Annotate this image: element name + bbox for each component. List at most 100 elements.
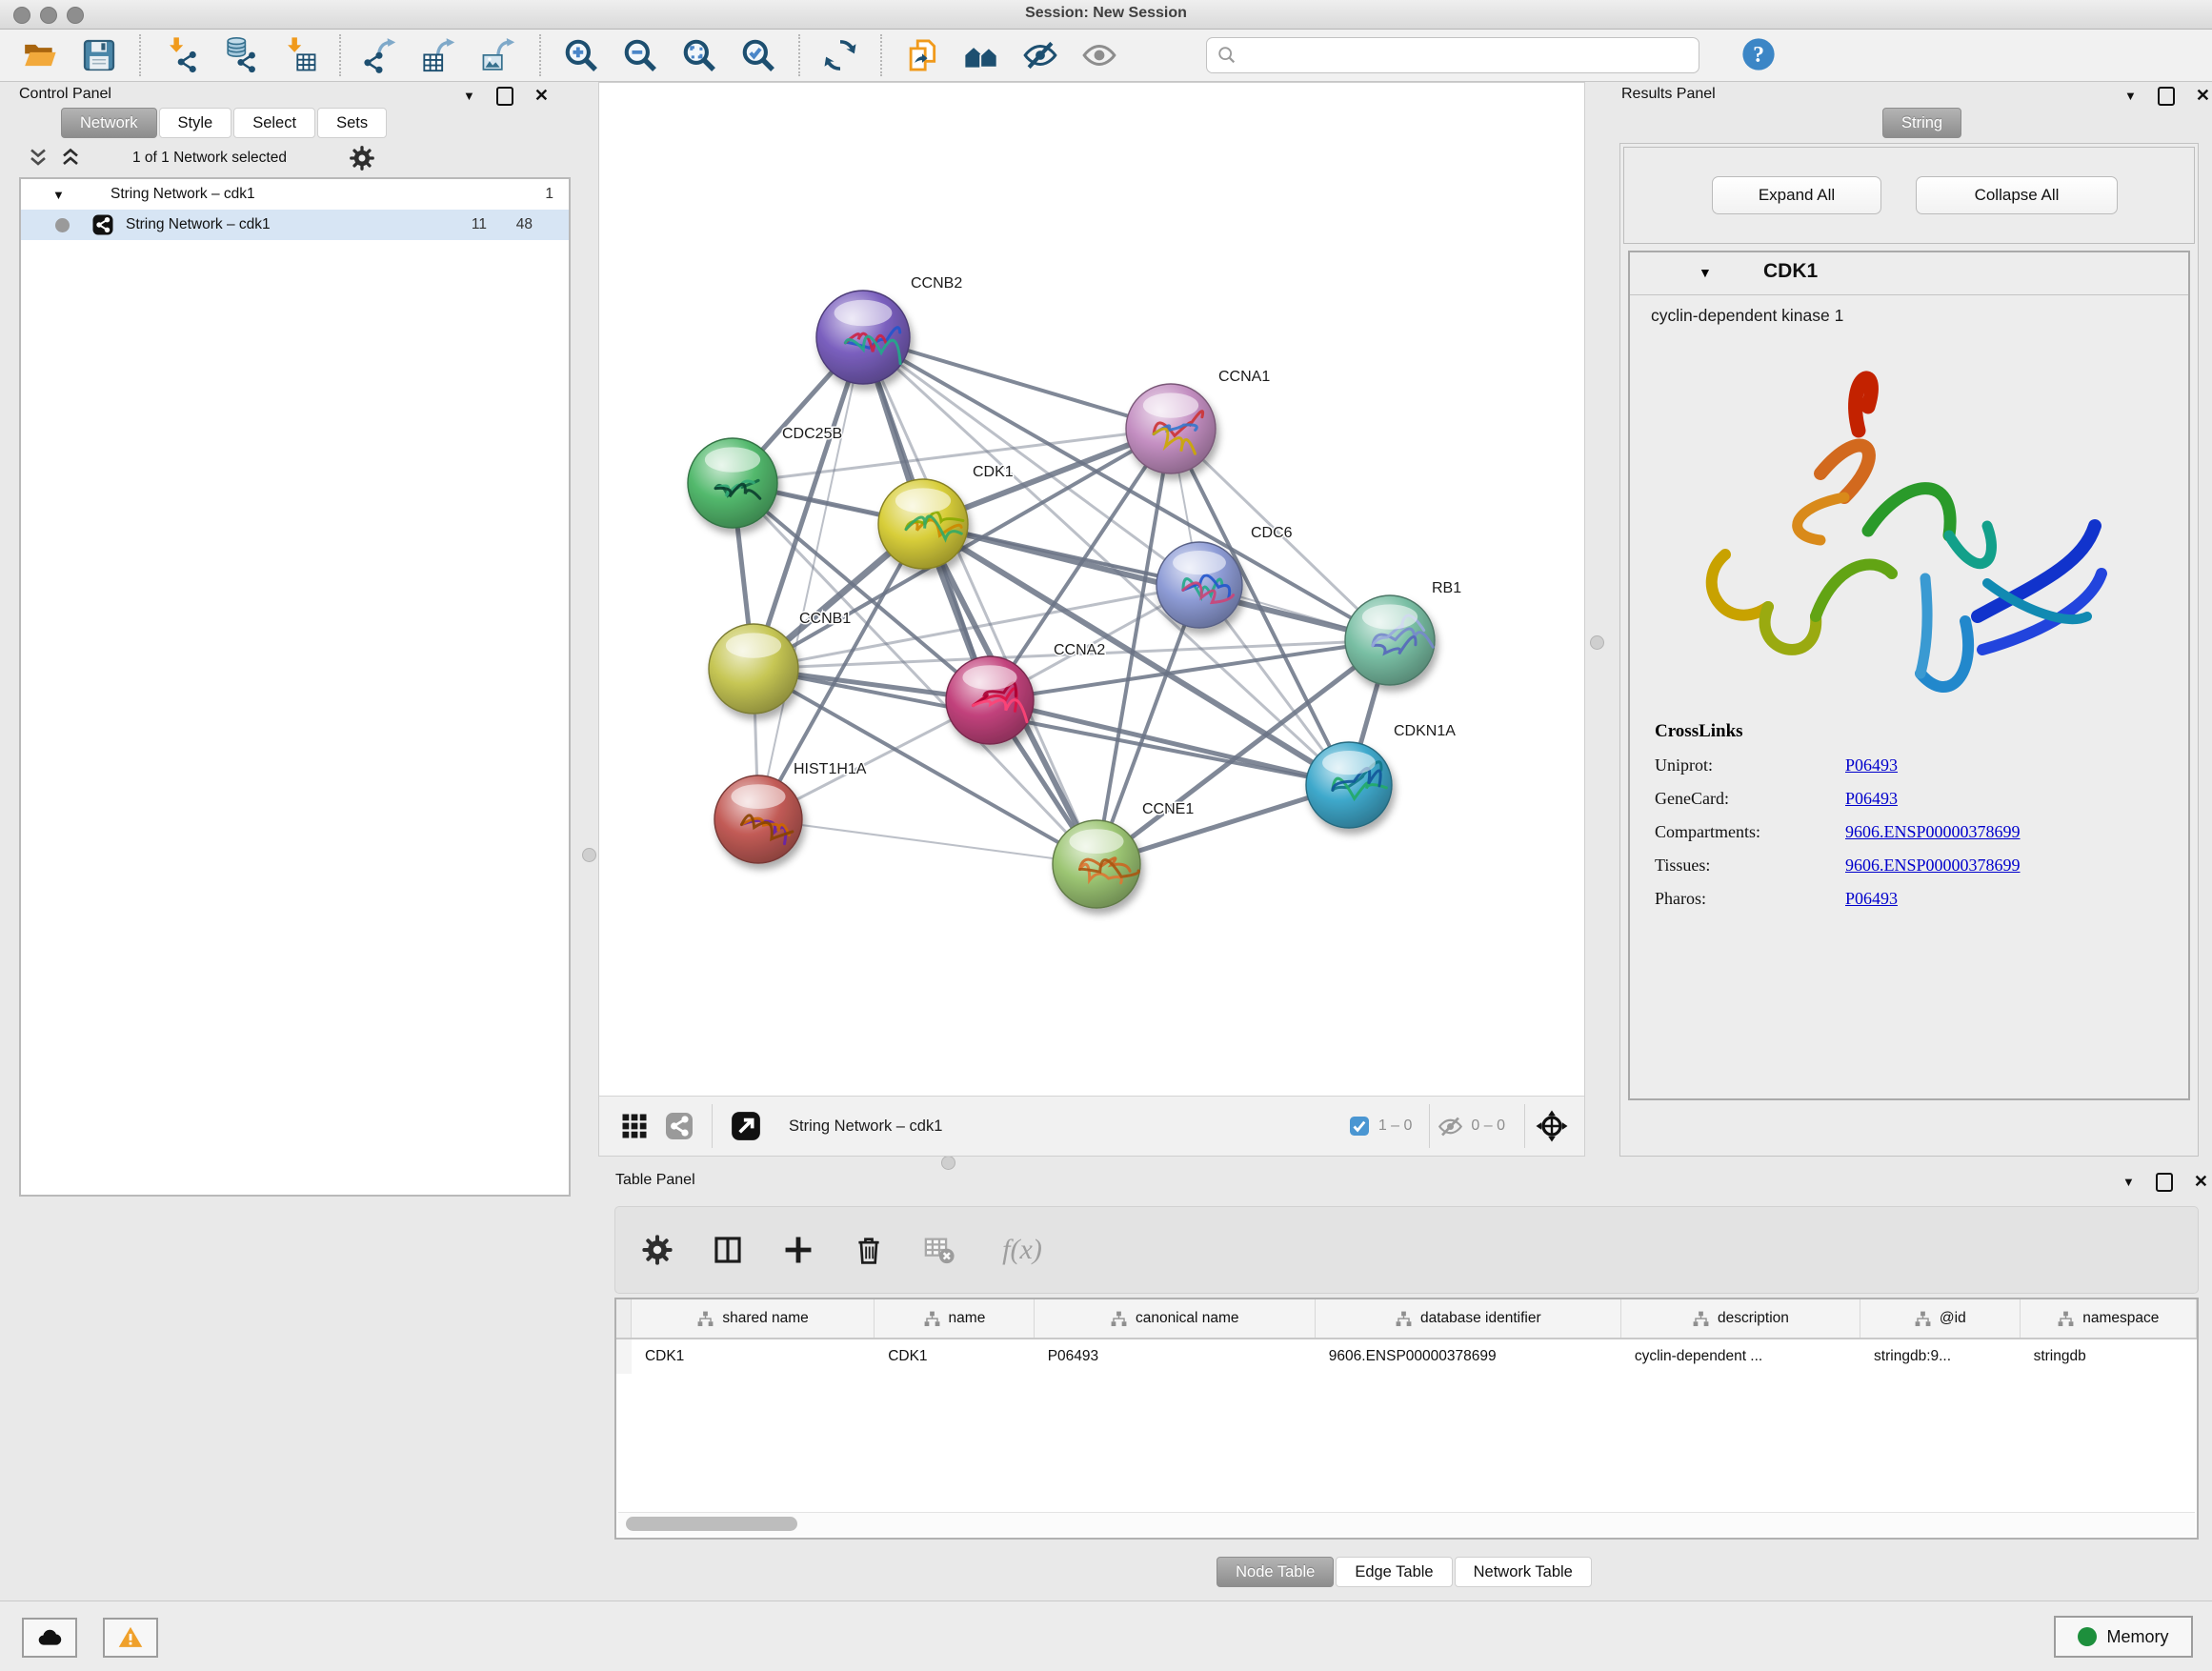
float-panel-icon[interactable]	[2156, 1173, 2173, 1192]
tab-select[interactable]: Select	[233, 108, 315, 138]
tab-string[interactable]: String	[1882, 108, 1961, 138]
network-collection-row[interactable]: ▼ String Network – cdk1 1	[21, 179, 569, 210]
float-menu-icon[interactable]: ▼	[2124, 89, 2137, 103]
network-canvas[interactable]: CCNB2CCNA1CDC25BCDK1CDC6RB1CCNB1CCNA2CDK…	[599, 83, 1582, 1095]
column-header-description[interactable]: description	[1621, 1299, 1860, 1338]
float-panel-icon[interactable]	[2158, 87, 2175, 106]
node-CDKN1A[interactable]: CDKN1A	[1306, 723, 1456, 828]
node-HIST1H1A[interactable]: HIST1H1A	[714, 761, 867, 863]
warnings-button[interactable]	[103, 1618, 158, 1658]
expand-all-button[interactable]: Expand All	[1712, 176, 1881, 214]
float-panel-icon[interactable]	[496, 87, 513, 106]
crosslink-link[interactable]: P06493	[1845, 789, 1898, 809]
toolbar-eyeoff-button[interactable]	[1017, 34, 1063, 76]
crosslink-link[interactable]: 9606.ENSP00000378699	[1845, 822, 2021, 842]
toolbar-magplus-button[interactable]	[558, 34, 604, 76]
toolbar-magfit-button[interactable]	[676, 34, 722, 76]
divider	[1524, 1104, 1525, 1148]
close-panel-icon[interactable]: ✕	[534, 86, 549, 106]
column-header-name[interactable]: name	[875, 1299, 1035, 1338]
close-panel-icon[interactable]: ✕	[2194, 1172, 2208, 1192]
scrollbar-thumb[interactable]	[626, 1517, 797, 1531]
node-CCNB2[interactable]: CCNB2	[816, 275, 962, 384]
collection-expander-icon[interactable]: ▼	[52, 188, 65, 202]
edge-CCNB2-CCNE1[interactable]	[863, 337, 1096, 864]
network-row[interactable]: String Network – cdk1 11 48	[21, 210, 569, 240]
crosslink-link[interactable]: P06493	[1845, 755, 1898, 775]
help-button[interactable]	[1739, 36, 1778, 74]
collapse-all-button[interactable]: Collapse All	[1916, 176, 2118, 214]
toolbar-open-button[interactable]	[17, 34, 63, 76]
node-CCNA1[interactable]: CCNA1	[1126, 369, 1270, 473]
toolbar-magcheck-button[interactable]	[735, 34, 781, 76]
table-cell[interactable]: cyclin-dependent ...	[1621, 1339, 1860, 1374]
search-input[interactable]	[1245, 47, 1689, 65]
search-box[interactable]	[1206, 37, 1699, 73]
table-cell[interactable]: CDK1	[875, 1339, 1035, 1374]
main-toolbar	[0, 30, 2212, 82]
cloud-status-button[interactable]	[22, 1618, 77, 1658]
create-column-button[interactable]	[777, 1229, 819, 1271]
tab-edge-table[interactable]: Edge Table	[1336, 1557, 1452, 1587]
edge-HIST1H1A-CCNE1[interactable]	[758, 819, 1096, 864]
node-RB1[interactable]: RB1	[1345, 580, 1461, 685]
show-columns-button[interactable]	[707, 1229, 749, 1271]
tab-network[interactable]: Network	[61, 108, 157, 138]
tab-sets[interactable]: Sets	[317, 108, 387, 138]
float-menu-icon[interactable]: ▼	[463, 89, 475, 103]
fit-selected-icon[interactable]	[1535, 1109, 1569, 1143]
network-options-button[interactable]	[348, 145, 376, 173]
horizontal-scrollbar[interactable]	[618, 1512, 2195, 1536]
node-CDK1[interactable]: CDK1	[878, 464, 1014, 569]
birdseye-view-icon[interactable]	[730, 1110, 762, 1142]
toolbar-houses-button[interactable]	[958, 34, 1004, 76]
toolbar-impdb-button[interactable]	[217, 34, 263, 76]
magcheck-icon	[740, 37, 776, 73]
toolbar-eyegray-button[interactable]	[1076, 34, 1122, 76]
toolbar-refresh-button[interactable]	[817, 34, 863, 76]
table-cell[interactable]: P06493	[1035, 1339, 1316, 1374]
tab-network-table[interactable]: Network Table	[1455, 1557, 1592, 1587]
entry-expander-icon[interactable]: ▼	[1699, 265, 1712, 280]
toolbar-imptab-button[interactable]	[276, 34, 322, 76]
grid-view-icon[interactable]	[620, 1112, 649, 1140]
toolbar-exptab-button[interactable]	[417, 34, 463, 76]
toolbar-docs-button[interactable]	[899, 34, 945, 76]
tab-node-table[interactable]: Node Table	[1217, 1557, 1334, 1587]
column-header-namespace[interactable]: namespace	[2021, 1299, 2197, 1338]
table-row[interactable]: CDK1CDK1P064939606.ENSP00000378699cyclin…	[616, 1339, 2197, 1374]
network-view[interactable]: CCNB2CCNA1CDC25BCDK1CDC6RB1CCNB1CCNA2CDK…	[598, 82, 1585, 1157]
delete-column-button[interactable]	[848, 1229, 890, 1271]
right-splitter-handle[interactable]	[1590, 635, 1604, 650]
crosslink-link[interactable]: P06493	[1845, 889, 1898, 909]
network-share-icon[interactable]	[664, 1111, 694, 1141]
function-builder-button[interactable]: f(x)	[989, 1229, 1056, 1271]
hidden-eye-icon[interactable]	[1438, 1114, 1463, 1139]
close-panel-icon[interactable]: ✕	[2196, 86, 2210, 106]
toolbar-save-button[interactable]	[76, 34, 122, 76]
column-header-@id[interactable]: @id	[1860, 1299, 2021, 1338]
memory-button[interactable]: Memory	[2054, 1616, 2193, 1658]
table-cell[interactable]: 9606.ENSP00000378699	[1316, 1339, 1621, 1374]
toolbar-expimg-button[interactable]	[476, 34, 522, 76]
selected-checkbox-icon[interactable]	[1348, 1115, 1371, 1137]
table-cell[interactable]: stringdb:9...	[1860, 1339, 2021, 1374]
column-header-database-identifier[interactable]: database identifier	[1316, 1299, 1621, 1338]
toolbar-expnet-button[interactable]	[358, 34, 404, 76]
toolbar-impnet-button[interactable]	[158, 34, 204, 76]
node-CCNB1[interactable]: CCNB1	[709, 611, 851, 714]
tab-style[interactable]: Style	[159, 108, 232, 138]
float-menu-icon[interactable]: ▼	[2122, 1175, 2135, 1189]
column-header-shared-name[interactable]: shared name	[632, 1299, 875, 1338]
table-cell[interactable]: stringdb	[2021, 1339, 2197, 1374]
left-splitter-handle[interactable]	[582, 848, 596, 862]
table-options-button[interactable]	[636, 1229, 678, 1271]
column-header-canonical-name[interactable]: canonical name	[1035, 1299, 1316, 1338]
delete-table-button[interactable]	[918, 1229, 960, 1271]
table-cell[interactable]: CDK1	[632, 1339, 875, 1374]
bottom-splitter-handle[interactable]	[941, 1156, 955, 1170]
edge-CCNB2-CCNA1[interactable]	[863, 337, 1171, 429]
gene-entry-header[interactable]: ▼ CDK1	[1630, 252, 2188, 295]
toolbar-magminus-button[interactable]	[617, 34, 663, 76]
crosslink-link[interactable]: 9606.ENSP00000378699	[1845, 856, 2021, 876]
